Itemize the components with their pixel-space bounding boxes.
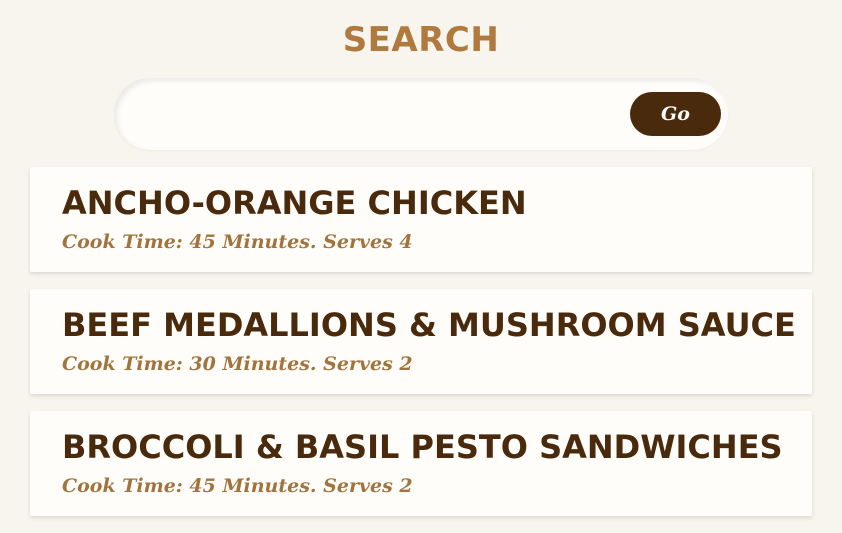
- search-box: Go: [114, 78, 728, 150]
- recipe-card[interactable]: BEEF MEDALLIONS & MUSHROOM SAUCE Cook Ti…: [30, 289, 812, 394]
- results-list: ANCHO-ORANGE CHICKEN Cook Time: 45 Minut…: [30, 167, 812, 533]
- recipe-meta: Cook Time: 45 Minutes. Serves 2: [62, 475, 413, 497]
- recipe-card[interactable]: ANCHO-ORANGE CHICKEN Cook Time: 45 Minut…: [30, 167, 812, 272]
- recipe-title[interactable]: ANCHO-ORANGE CHICKEN: [62, 183, 527, 223]
- search-input[interactable]: [134, 92, 618, 138]
- go-button[interactable]: Go: [630, 92, 721, 136]
- recipe-title[interactable]: BEEF MEDALLIONS & MUSHROOM SAUCE: [62, 305, 796, 345]
- recipe-card[interactable]: BROCCOLI & BASIL PESTO SANDWICHES Cook T…: [30, 411, 812, 516]
- recipe-meta: Cook Time: 45 Minutes. Serves 4: [62, 231, 413, 253]
- recipe-title[interactable]: BROCCOLI & BASIL PESTO SANDWICHES: [62, 427, 783, 467]
- search-title: SEARCH: [342, 20, 500, 60]
- recipe-meta: Cook Time: 30 Minutes. Serves 2: [62, 353, 413, 375]
